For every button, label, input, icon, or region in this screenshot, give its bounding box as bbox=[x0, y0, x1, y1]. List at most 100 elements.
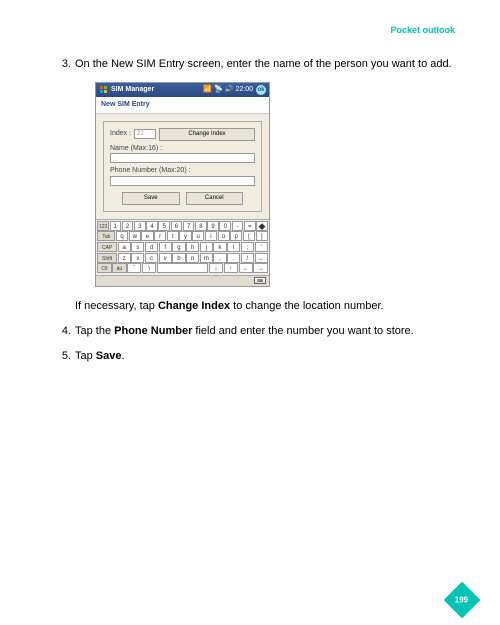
key-x[interactable]: x bbox=[131, 253, 144, 263]
key-j[interactable]: j bbox=[200, 242, 213, 252]
screen-subtitle: New SIM Entry bbox=[96, 97, 269, 114]
key-3[interactable]: 3 bbox=[134, 221, 146, 231]
key-comma[interactable]: , bbox=[213, 253, 226, 263]
kbd-row-2: Tab q w e r t y u i o p [ ] bbox=[97, 231, 268, 242]
key-8[interactable]: 8 bbox=[195, 221, 207, 231]
key-semicolon[interactable]: ; bbox=[241, 242, 254, 252]
step-text: Tap the Phone Number field and enter the… bbox=[75, 324, 455, 339]
key-f[interactable]: f bbox=[159, 242, 172, 252]
key-accent[interactable]: áü bbox=[112, 263, 126, 273]
phone-label: Phone Number (Max:20) : bbox=[110, 166, 255, 176]
key-lbracket[interactable]: [ bbox=[243, 231, 255, 241]
key-w[interactable]: w bbox=[129, 231, 141, 241]
key-d[interactable]: d bbox=[145, 242, 158, 252]
key-cap[interactable]: CAP bbox=[97, 242, 117, 252]
on-screen-keyboard[interactable]: 123 1 2 3 4 5 6 7 8 9 0 - = ◆ bbox=[96, 219, 269, 275]
speaker-icon: 🔊 bbox=[225, 85, 234, 95]
step-3-continuation: If necessary, tap Change Index to change… bbox=[75, 299, 455, 314]
key-t[interactable]: t bbox=[167, 231, 179, 241]
key-n[interactable]: n bbox=[186, 253, 199, 263]
form-container: Index : 22 Change Index Name (Max:16) : … bbox=[103, 121, 262, 211]
step-5: 5. Tap Save. bbox=[55, 349, 455, 364]
key-rbracket[interactable]: ] bbox=[256, 231, 268, 241]
kbd-row-1: 123 1 2 3 4 5 6 7 8 9 0 - = ◆ bbox=[97, 221, 268, 232]
key-l[interactable]: l bbox=[227, 242, 240, 252]
step-text: Tap Save. bbox=[75, 349, 455, 364]
key-period[interactable]: . bbox=[227, 253, 240, 263]
key-u[interactable]: u bbox=[192, 231, 204, 241]
key-a[interactable]: a bbox=[118, 242, 131, 252]
key-backslash[interactable]: \ bbox=[142, 263, 156, 273]
key-left[interactable]: ← bbox=[239, 263, 253, 273]
key-5[interactable]: 5 bbox=[158, 221, 170, 231]
antenna-icon: 📡 bbox=[214, 85, 223, 95]
key-apostrophe[interactable]: ' bbox=[255, 242, 268, 252]
key-g[interactable]: g bbox=[172, 242, 185, 252]
step-text: On the New SIM Entry screen, enter the n… bbox=[75, 57, 455, 72]
key-9[interactable]: 9 bbox=[207, 221, 219, 231]
key-7[interactable]: 7 bbox=[183, 221, 195, 231]
key-6[interactable]: 6 bbox=[171, 221, 183, 231]
key-right[interactable]: → bbox=[253, 263, 267, 273]
key-k[interactable]: k bbox=[213, 242, 226, 252]
step-number: 4. bbox=[55, 324, 75, 339]
key-123[interactable]: 123 bbox=[97, 221, 109, 231]
app-title: SIM Manager bbox=[111, 85, 201, 95]
key-y[interactable]: y bbox=[179, 231, 191, 241]
key-down[interactable]: ↓ bbox=[209, 263, 223, 273]
key-enter[interactable]: ← bbox=[255, 253, 268, 263]
kbd-row-4: Shift z x c v b n m , . / ← bbox=[97, 252, 268, 263]
key-minus[interactable]: - bbox=[232, 221, 244, 231]
step-3: 3. On the New SIM Entry screen, enter th… bbox=[55, 57, 455, 314]
key-q[interactable]: q bbox=[116, 231, 128, 241]
section-header: Pocket outlook bbox=[55, 25, 455, 35]
key-equals[interactable]: = bbox=[244, 221, 256, 231]
key-0[interactable]: 0 bbox=[219, 221, 231, 231]
step-number: 3. bbox=[55, 57, 75, 314]
key-p[interactable]: p bbox=[230, 231, 242, 241]
name-input[interactable] bbox=[110, 153, 255, 163]
index-input[interactable]: 22 bbox=[134, 129, 156, 139]
key-z[interactable]: z bbox=[118, 253, 131, 263]
signal-icon: 📶 bbox=[203, 85, 212, 95]
phone-titlebar: SIM Manager 📶 📡 🔊 22:00 ok bbox=[96, 83, 269, 97]
key-slash[interactable]: / bbox=[241, 253, 254, 263]
page-number: 199 bbox=[455, 595, 468, 604]
key-backtick[interactable]: ` bbox=[127, 263, 141, 273]
key-ctl[interactable]: Ctl bbox=[97, 263, 111, 273]
clock-text: 22:00 bbox=[235, 85, 253, 95]
phone-screenshot: SIM Manager 📶 📡 🔊 22:00 ok New SIM Entry… bbox=[95, 82, 270, 286]
key-backspace[interactable]: ◆ bbox=[256, 221, 268, 231]
step-4: 4. Tap the Phone Number field and enter … bbox=[55, 324, 455, 339]
phone-bottombar: ⌨ bbox=[96, 275, 269, 286]
index-label: Index : bbox=[110, 129, 131, 139]
key-c[interactable]: c bbox=[145, 253, 158, 263]
ok-button[interactable]: ok bbox=[256, 85, 266, 95]
cancel-button[interactable]: Cancel bbox=[186, 192, 244, 204]
key-o[interactable]: o bbox=[218, 231, 230, 241]
phone-input[interactable] bbox=[110, 176, 255, 186]
key-1[interactable]: 1 bbox=[110, 221, 122, 231]
page-number-badge: 199 bbox=[444, 582, 481, 619]
key-tab[interactable]: Tab bbox=[97, 231, 115, 241]
name-label: Name (Max:16) : bbox=[110, 144, 255, 154]
key-space[interactable] bbox=[157, 263, 208, 273]
key-e[interactable]: e bbox=[141, 231, 153, 241]
key-h[interactable]: h bbox=[186, 242, 199, 252]
key-up[interactable]: ↑ bbox=[224, 263, 238, 273]
change-index-button[interactable]: Change Index bbox=[159, 128, 255, 140]
key-r[interactable]: r bbox=[154, 231, 166, 241]
windows-icon bbox=[99, 85, 109, 95]
key-b[interactable]: b bbox=[172, 253, 185, 263]
key-4[interactable]: 4 bbox=[146, 221, 158, 231]
key-i[interactable]: i bbox=[205, 231, 217, 241]
step-number: 5. bbox=[55, 349, 75, 364]
key-v[interactable]: v bbox=[159, 253, 172, 263]
key-shift[interactable]: Shift bbox=[97, 253, 117, 263]
key-s[interactable]: s bbox=[131, 242, 144, 252]
key-m[interactable]: m bbox=[200, 253, 213, 263]
keyboard-toggle-icon[interactable]: ⌨ bbox=[254, 277, 266, 284]
save-button[interactable]: Save bbox=[122, 192, 180, 204]
key-2[interactable]: 2 bbox=[122, 221, 134, 231]
kbd-row-5: Ctl áü ` \ ↓ ↑ ← → bbox=[97, 263, 268, 274]
